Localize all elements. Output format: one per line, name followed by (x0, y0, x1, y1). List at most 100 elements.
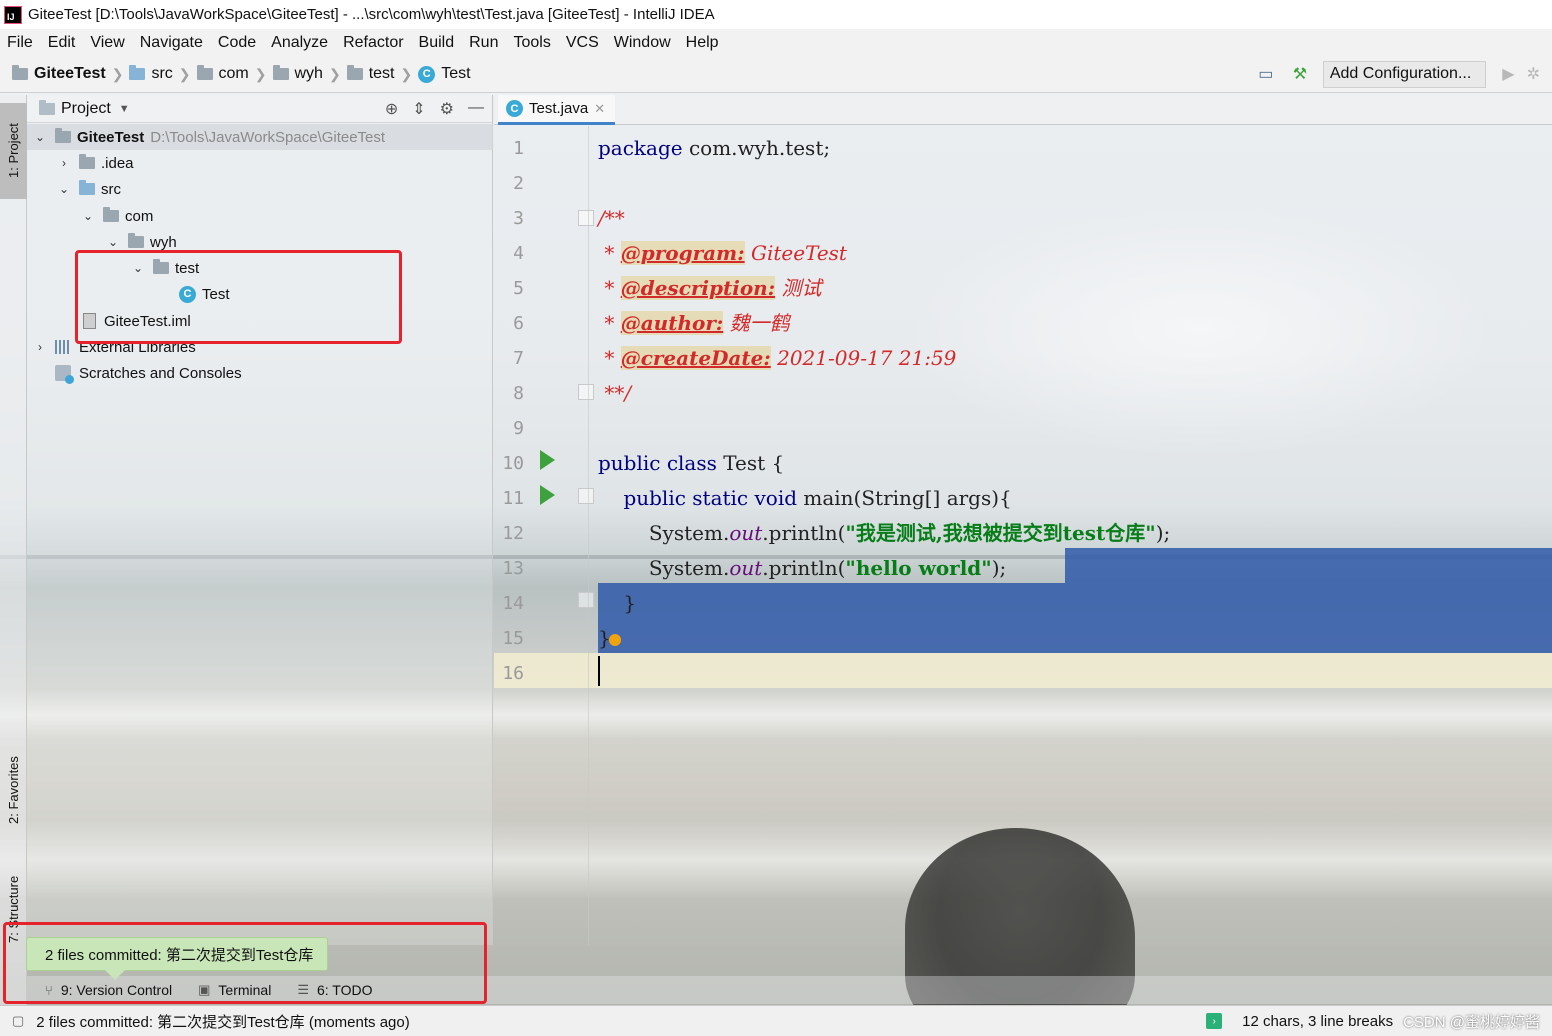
code-text: System. (598, 556, 730, 580)
chevron-right-icon: ❯ (254, 65, 267, 82)
menu-refactor[interactable]: Refactor (343, 34, 403, 52)
code-text: ); (991, 556, 1007, 580)
keyword: public static void (623, 486, 798, 510)
breadcrumb-label: test (368, 65, 395, 82)
fold-icon[interactable] (578, 384, 594, 400)
breadcrumb-file[interactable]: C Test (418, 65, 471, 83)
fold-icon[interactable] (578, 210, 594, 226)
selection-info[interactable]: 12 chars, 3 line breaks (1242, 1013, 1393, 1030)
menu-run[interactable]: Run (469, 34, 498, 52)
breadcrumb-project[interactable]: GiteeTest ❯ (12, 65, 123, 83)
code-text: com.wyh.test; (682, 136, 831, 160)
run-main-icon[interactable] (540, 485, 555, 505)
code-line: } (598, 586, 636, 621)
tab-project[interactable]: 1: Project (0, 103, 27, 199)
package-folder-icon (128, 233, 144, 248)
chevron-down-icon[interactable]: ⌄ (104, 235, 122, 249)
menu-view[interactable]: View (90, 34, 124, 52)
left-tool-strip: 1: Project 2: Favorites 7: Structure (0, 95, 27, 1005)
menu-analyze[interactable]: Analyze (271, 34, 328, 52)
title-bar: IJ GiteeTest [D:\Tools\JavaWorkSpace\Git… (0, 0, 1552, 29)
terminal-badge-icon[interactable]: › (1206, 1013, 1223, 1029)
status-message[interactable]: 2 files committed: 第二次提交到Test仓库 (moments… (36, 1011, 409, 1032)
intention-bulb-icon[interactable] (609, 634, 621, 646)
chevron-down-icon[interactable]: ▼ (119, 103, 130, 115)
breadcrumb-test[interactable]: test ❯ (346, 65, 413, 83)
doc-tag: @program: (620, 241, 745, 265)
chevron-down-icon[interactable]: ⌄ (55, 182, 73, 196)
build-hammer-icon[interactable]: ⚒ (1289, 63, 1311, 85)
scratches-icon (55, 365, 74, 384)
code-line: * @program: GiteeTest (598, 236, 847, 271)
project-panel: Project ▼ ⊕ ⇕ ⚙ — ⌄ GiteeTest D:\Tools\J… (27, 95, 493, 945)
chevron-down-icon[interactable]: ⌄ (79, 209, 97, 223)
annotation-box (3, 922, 487, 1004)
run-icon[interactable]: ▶ (1502, 64, 1514, 84)
source-folder-icon (79, 180, 95, 195)
menu-edit[interactable]: Edit (48, 34, 76, 52)
breadcrumb-com[interactable]: com ❯ (196, 65, 267, 83)
chevron-right-icon: ❯ (400, 65, 413, 82)
tree-item-scratches[interactable]: Scratches and Consoles (27, 360, 242, 386)
close-icon[interactable]: ✕ (594, 101, 605, 117)
menu-window[interactable]: Window (614, 34, 671, 52)
tab-label: 2: Favorites (6, 756, 21, 824)
code-line: * @description: 测试 (598, 271, 821, 306)
keyword: package (598, 136, 683, 160)
tab-favorites[interactable]: 2: Favorites (0, 735, 27, 845)
layout-icon[interactable]: ▭ (1255, 63, 1277, 85)
project-view-selector[interactable]: Project (61, 100, 111, 118)
run-class-icon[interactable] (540, 450, 555, 470)
tab-test-java[interactable]: C Test.java ✕ (498, 95, 616, 125)
menu-navigate[interactable]: Navigate (140, 34, 203, 52)
toggle-tool-windows-icon[interactable]: ▢ (12, 1013, 24, 1029)
tree-item-src[interactable]: ⌄ src (27, 176, 121, 202)
breadcrumb-wyh[interactable]: wyh ❯ (272, 65, 341, 83)
menu-tools[interactable]: Tools (513, 34, 550, 52)
tree-item-idea[interactable]: › .idea (27, 150, 134, 176)
breadcrumb-src[interactable]: src ❯ (129, 65, 191, 83)
tree-item-label: wyh (150, 233, 177, 251)
line-number: 8 (513, 383, 524, 404)
line-number: 4 (513, 243, 524, 264)
menu-help[interactable]: Help (686, 34, 719, 52)
project-panel-header: Project ▼ ⊕ ⇕ ⚙ — (27, 95, 492, 123)
doc-tag: @description: (620, 276, 776, 300)
gear-icon[interactable]: ⚙ (440, 99, 454, 119)
window-title: GiteeTest [D:\Tools\JavaWorkSpace\GiteeT… (28, 6, 715, 23)
add-configuration-button[interactable]: Add Configuration... (1322, 60, 1487, 88)
menu-vcs[interactable]: VCS (566, 34, 599, 52)
chevron-right-icon[interactable]: › (55, 156, 73, 170)
line-number: 2 (513, 173, 524, 194)
fold-icon[interactable] (578, 592, 594, 608)
hide-panel-icon[interactable]: — (468, 99, 484, 119)
project-folder-icon (12, 65, 28, 80)
java-class-icon: C (418, 65, 436, 83)
code-editor[interactable]: package com.wyh.test; /** * @program: Gi… (598, 126, 1552, 946)
tree-item-root[interactable]: ⌄ GiteeTest D:\Tools\JavaWorkSpace\Gitee… (27, 124, 493, 150)
watermark: CSDN @蜜桃婷婷酱 (1403, 1013, 1540, 1031)
locate-icon[interactable]: ⊕ (385, 99, 398, 119)
doc-tag: @author: (620, 311, 724, 335)
line-number: 3 (513, 208, 524, 229)
menu-build[interactable]: Build (419, 34, 455, 52)
fold-icon[interactable] (578, 488, 594, 504)
tree-item-com[interactable]: ⌄ com (27, 203, 153, 229)
chevron-down-icon[interactable]: ⌄ (31, 130, 49, 144)
folder-icon (79, 154, 95, 169)
project-panel-tools: ⊕ ⇕ ⚙ — (371, 99, 484, 119)
chevron-right-icon[interactable]: › (31, 340, 49, 354)
tab-label: Test.java (529, 100, 589, 117)
menu-bar: File Edit View Navigate Code Analyze Ref… (0, 29, 1552, 56)
code-line: public class Test { (598, 446, 784, 481)
library-icon (55, 340, 71, 354)
code-text: .println( (762, 556, 846, 580)
menu-file[interactable]: File (7, 34, 33, 52)
debug-icon[interactable]: ✲ (1527, 64, 1540, 84)
doc-comment: * (598, 311, 621, 335)
menu-code[interactable]: Code (218, 34, 256, 52)
line-number: 15 (502, 628, 524, 649)
collapse-all-icon[interactable]: ⇕ (412, 99, 425, 119)
doc-comment: * (598, 241, 621, 265)
